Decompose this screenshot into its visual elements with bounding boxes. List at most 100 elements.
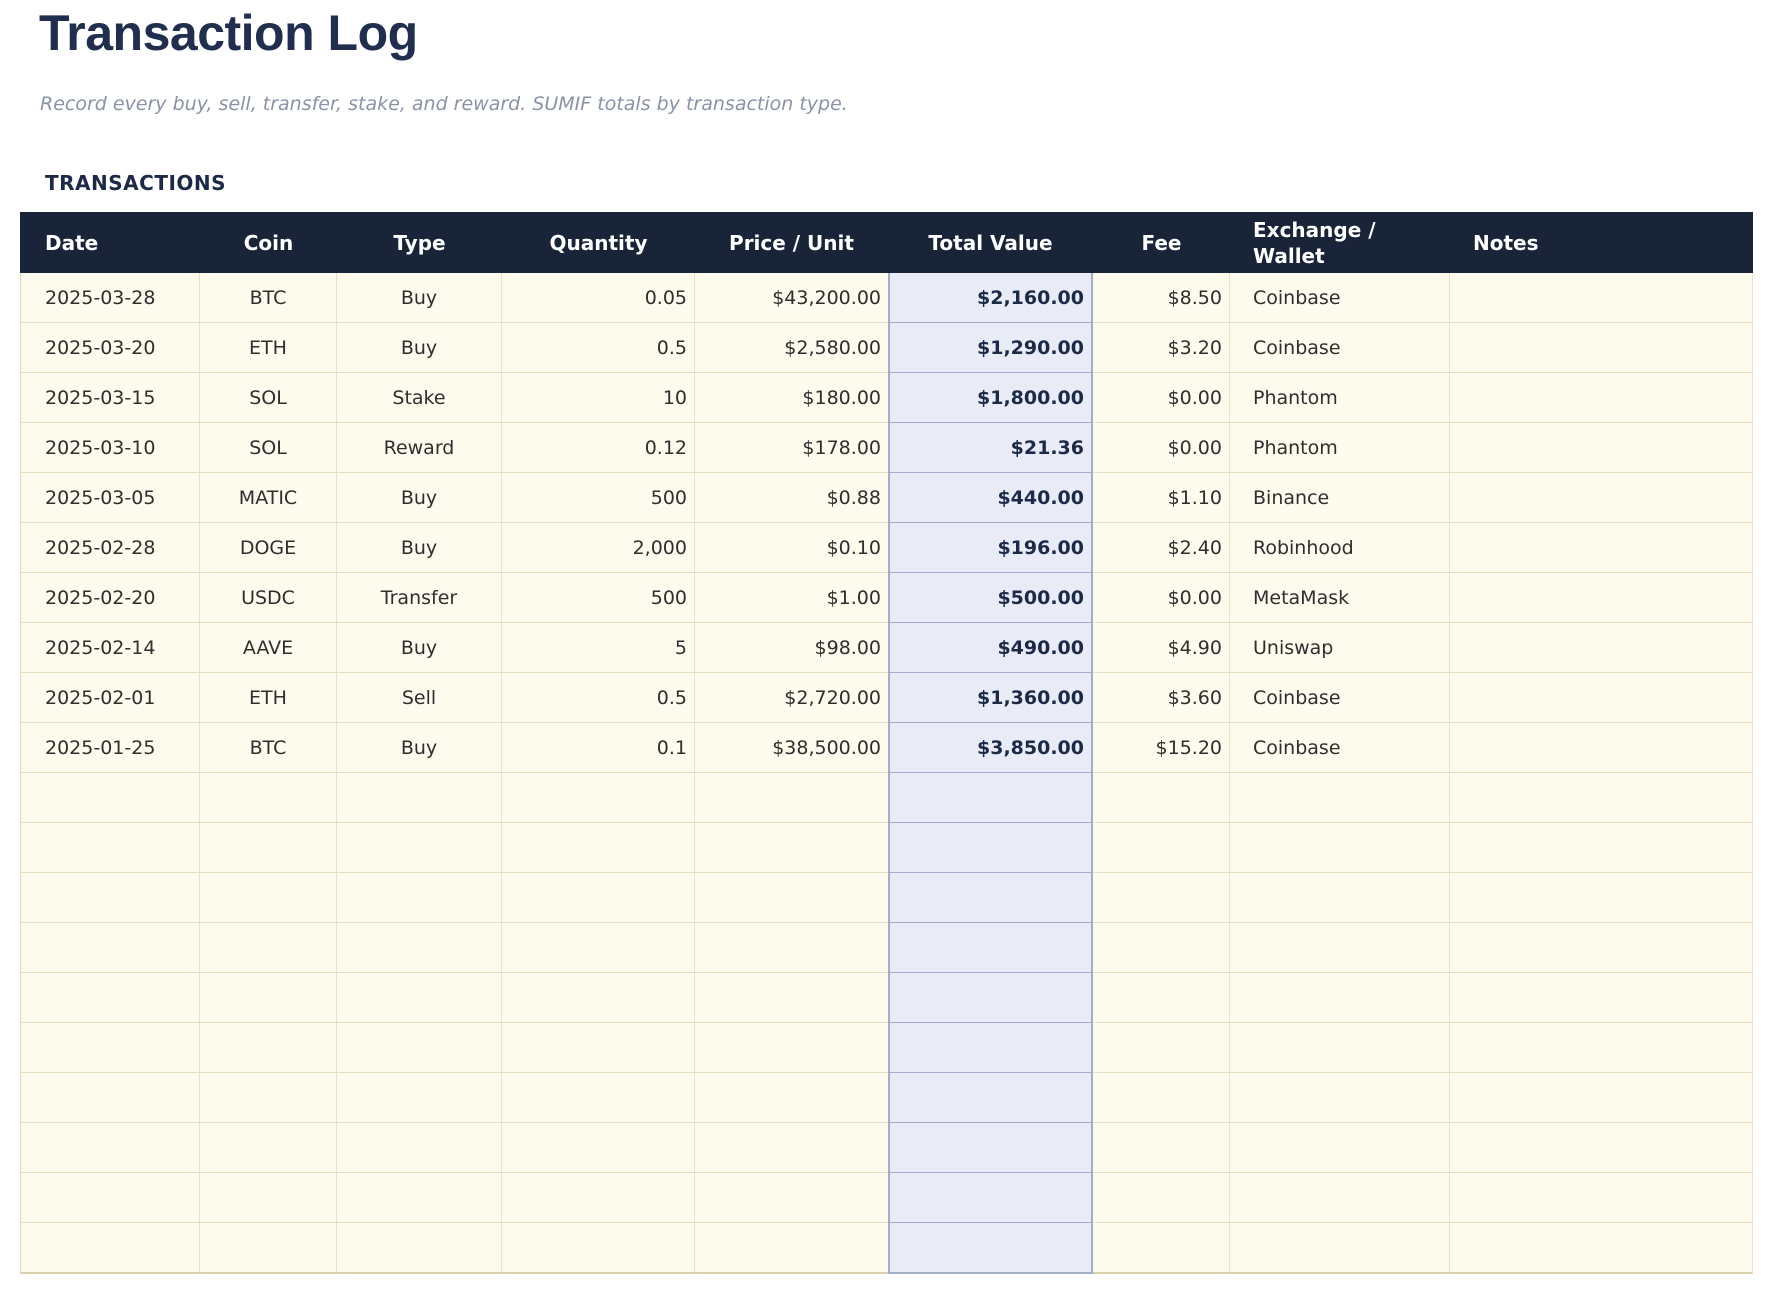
cell-type[interactable]: Buy	[337, 473, 502, 523]
cell-date[interactable]: 2025-02-01	[20, 673, 200, 723]
cell-fee[interactable]: $0.00	[1093, 423, 1230, 473]
empty-cell-coin[interactable]	[200, 823, 337, 873]
empty-cell-fee[interactable]	[1093, 1223, 1230, 1274]
cell-date[interactable]: 2025-01-25	[20, 723, 200, 773]
cell-coin[interactable]: SOL	[200, 423, 337, 473]
cell-type[interactable]: Buy	[337, 323, 502, 373]
cell-date[interactable]: 2025-02-20	[20, 573, 200, 623]
empty-cell-fee[interactable]	[1093, 773, 1230, 823]
empty-cell-notes[interactable]	[1450, 1073, 1753, 1123]
cell-total[interactable]: $21.36	[888, 423, 1093, 473]
cell-notes[interactable]	[1450, 673, 1753, 723]
empty-cell-notes[interactable]	[1450, 1023, 1753, 1073]
cell-exchange[interactable]: Phantom	[1230, 423, 1450, 473]
cell-price[interactable]: $1.00	[695, 573, 888, 623]
empty-cell-exchange[interactable]	[1230, 1023, 1450, 1073]
empty-cell-date[interactable]	[20, 1073, 200, 1123]
cell-exchange[interactable]: Coinbase	[1230, 323, 1450, 373]
empty-cell-date[interactable]	[20, 1023, 200, 1073]
empty-cell-total[interactable]	[888, 823, 1093, 873]
empty-cell-fee[interactable]	[1093, 1123, 1230, 1173]
empty-cell-fee[interactable]	[1093, 1023, 1230, 1073]
cell-fee[interactable]: $2.40	[1093, 523, 1230, 573]
empty-cell-coin[interactable]	[200, 773, 337, 823]
cell-exchange[interactable]: Phantom	[1230, 373, 1450, 423]
empty-cell-total[interactable]	[888, 773, 1093, 823]
empty-cell-coin[interactable]	[200, 1023, 337, 1073]
cell-fee[interactable]: $15.20	[1093, 723, 1230, 773]
cell-fee[interactable]: $0.00	[1093, 373, 1230, 423]
cell-exchange[interactable]: Robinhood	[1230, 523, 1450, 573]
cell-quantity[interactable]: 2,000	[502, 523, 695, 573]
empty-cell-notes[interactable]	[1450, 1123, 1753, 1173]
cell-fee[interactable]: $4.90	[1093, 623, 1230, 673]
empty-cell-exchange[interactable]	[1230, 923, 1450, 973]
cell-notes[interactable]	[1450, 473, 1753, 523]
empty-cell-fee[interactable]	[1093, 1173, 1230, 1223]
cell-quantity[interactable]: 500	[502, 473, 695, 523]
empty-cell-quantity[interactable]	[502, 773, 695, 823]
cell-total[interactable]: $1,800.00	[888, 373, 1093, 423]
cell-total[interactable]: $490.00	[888, 623, 1093, 673]
empty-cell-quantity[interactable]	[502, 1073, 695, 1123]
empty-cell-price[interactable]	[695, 973, 888, 1023]
cell-type[interactable]: Stake	[337, 373, 502, 423]
empty-cell-date[interactable]	[20, 1173, 200, 1223]
cell-price[interactable]: $43,200.00	[695, 273, 888, 323]
empty-cell-coin[interactable]	[200, 1223, 337, 1274]
empty-cell-price[interactable]	[695, 1123, 888, 1173]
cell-price[interactable]: $178.00	[695, 423, 888, 473]
cell-exchange[interactable]: Coinbase	[1230, 673, 1450, 723]
empty-cell-price[interactable]	[695, 1073, 888, 1123]
cell-type[interactable]: Buy	[337, 623, 502, 673]
empty-cell-exchange[interactable]	[1230, 823, 1450, 873]
cell-fee[interactable]: $8.50	[1093, 273, 1230, 323]
empty-cell-price[interactable]	[695, 823, 888, 873]
empty-cell-date[interactable]	[20, 1123, 200, 1173]
empty-cell-fee[interactable]	[1093, 973, 1230, 1023]
empty-cell-total[interactable]	[888, 1023, 1093, 1073]
cell-date[interactable]: 2025-03-05	[20, 473, 200, 523]
empty-cell-exchange[interactable]	[1230, 773, 1450, 823]
cell-price[interactable]: $0.88	[695, 473, 888, 523]
cell-price[interactable]: $180.00	[695, 373, 888, 423]
cell-total[interactable]: $440.00	[888, 473, 1093, 523]
empty-cell-fee[interactable]	[1093, 823, 1230, 873]
empty-cell-quantity[interactable]	[502, 823, 695, 873]
cell-coin[interactable]: MATIC	[200, 473, 337, 523]
cell-notes[interactable]	[1450, 373, 1753, 423]
cell-fee[interactable]: $3.20	[1093, 323, 1230, 373]
cell-fee[interactable]: $0.00	[1093, 573, 1230, 623]
empty-cell-coin[interactable]	[200, 923, 337, 973]
cell-type[interactable]: Buy	[337, 273, 502, 323]
empty-cell-type[interactable]	[337, 1223, 502, 1274]
empty-cell-price[interactable]	[695, 773, 888, 823]
cell-exchange[interactable]: MetaMask	[1230, 573, 1450, 623]
empty-cell-type[interactable]	[337, 1173, 502, 1223]
cell-exchange[interactable]: Binance	[1230, 473, 1450, 523]
cell-notes[interactable]	[1450, 723, 1753, 773]
empty-cell-date[interactable]	[20, 973, 200, 1023]
cell-notes[interactable]	[1450, 523, 1753, 573]
cell-coin[interactable]: DOGE	[200, 523, 337, 573]
cell-quantity[interactable]: 0.12	[502, 423, 695, 473]
empty-cell-fee[interactable]	[1093, 1073, 1230, 1123]
cell-total[interactable]: $196.00	[888, 523, 1093, 573]
cell-notes[interactable]	[1450, 323, 1753, 373]
empty-cell-notes[interactable]	[1450, 823, 1753, 873]
cell-price[interactable]: $38,500.00	[695, 723, 888, 773]
cell-coin[interactable]: SOL	[200, 373, 337, 423]
cell-quantity[interactable]: 0.5	[502, 323, 695, 373]
empty-cell-date[interactable]	[20, 923, 200, 973]
empty-cell-date[interactable]	[20, 823, 200, 873]
empty-cell-date[interactable]	[20, 773, 200, 823]
cell-quantity[interactable]: 500	[502, 573, 695, 623]
empty-cell-total[interactable]	[888, 1123, 1093, 1173]
empty-cell-coin[interactable]	[200, 1073, 337, 1123]
cell-total[interactable]: $3,850.00	[888, 723, 1093, 773]
empty-cell-exchange[interactable]	[1230, 1173, 1450, 1223]
empty-cell-fee[interactable]	[1093, 873, 1230, 923]
cell-coin[interactable]: AAVE	[200, 623, 337, 673]
empty-cell-total[interactable]	[888, 973, 1093, 1023]
empty-cell-total[interactable]	[888, 923, 1093, 973]
